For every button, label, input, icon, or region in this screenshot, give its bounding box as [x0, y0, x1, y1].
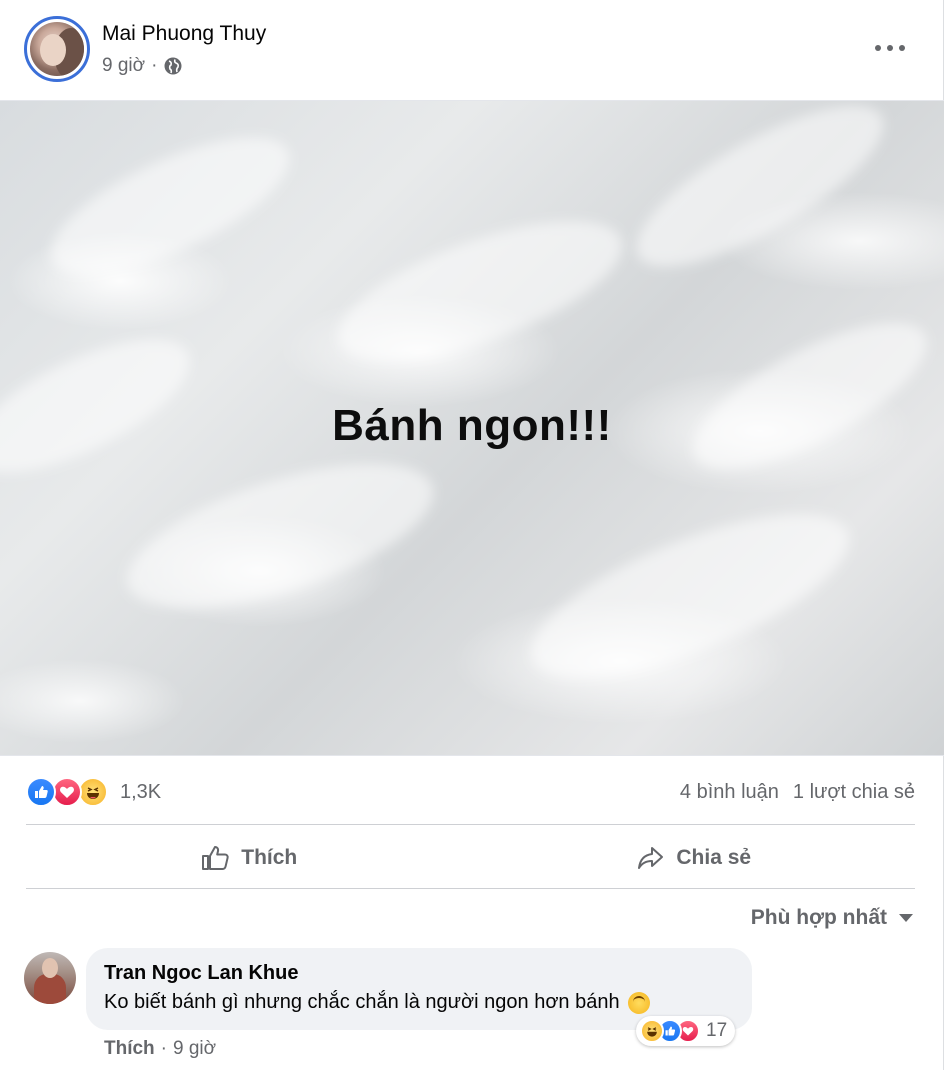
comment-separator: · — [160, 1038, 167, 1059]
comment-sort-dropdown[interactable]: Phù hợp nhất — [751, 906, 913, 930]
comment-reaction-count: 17 — [706, 1020, 728, 1041]
globe-icon[interactable] — [163, 56, 183, 76]
reaction-summary[interactable] — [26, 777, 108, 807]
divider — [26, 824, 915, 825]
thumbs-up-icon — [202, 846, 229, 870]
like-reaction-icon — [26, 777, 56, 807]
reaction-count[interactable]: 1,3K — [120, 781, 161, 804]
comment-like-button[interactable]: Thích — [104, 1038, 155, 1060]
share-icon — [638, 847, 664, 869]
post-actions: Thích Chia sẻ — [26, 832, 915, 884]
author-name[interactable]: Mai Phuong Thuy — [102, 22, 266, 46]
like-label: Thích — [241, 846, 298, 869]
comment-time[interactable]: 9 giờ — [173, 1038, 216, 1060]
haha-reaction-icon — [78, 777, 108, 807]
comment-text: Ko biết bánh gì nhưng chắc chắn là người… — [104, 991, 734, 1014]
love-reaction-icon — [52, 777, 82, 807]
more-options-icon[interactable] — [875, 38, 905, 58]
post-stats: 1,3K 4 bình luận 1 lượt chia sẻ — [26, 774, 915, 810]
post-meta: 9 giờ · — [102, 55, 183, 77]
like-button[interactable]: Thích — [26, 832, 471, 884]
image-caption: Bánh ngon!!! — [332, 401, 612, 450]
post-card: Mai Phuong Thuy 9 giờ · Bánh ngon!!! 1,3… — [0, 0, 944, 1070]
post-image[interactable]: Bánh ngon!!! — [0, 100, 944, 756]
engagement-counts: 4 bình luận 1 lượt chia sẻ — [680, 781, 915, 804]
upside-down-face-icon — [627, 991, 650, 1014]
comment-actions: Thích · 9 giờ — [104, 1038, 216, 1060]
share-label: Chia sẻ — [676, 846, 752, 869]
haha-reaction-icon — [640, 1019, 664, 1043]
avatar-image — [30, 22, 84, 76]
share-count[interactable]: 1 lượt chia sẻ — [793, 781, 915, 804]
commenter-avatar[interactable] — [24, 952, 76, 1004]
meta-separator: · — [151, 55, 158, 76]
share-button[interactable]: Chia sẻ — [471, 832, 916, 884]
author-avatar[interactable] — [24, 16, 90, 82]
sort-label: Phù hợp nhất — [750, 906, 887, 929]
comment-count[interactable]: 4 bình luận — [680, 781, 779, 804]
divider — [26, 888, 915, 889]
post-time[interactable]: 9 giờ — [102, 55, 145, 77]
commenter-name[interactable]: Tran Ngoc Lan Khue — [104, 962, 734, 985]
comment-body: Ko biết bánh gì nhưng chắc chắn là người… — [104, 991, 620, 1013]
comment-reactions[interactable]: 17 — [636, 1016, 736, 1046]
chevron-down-icon — [899, 914, 913, 922]
